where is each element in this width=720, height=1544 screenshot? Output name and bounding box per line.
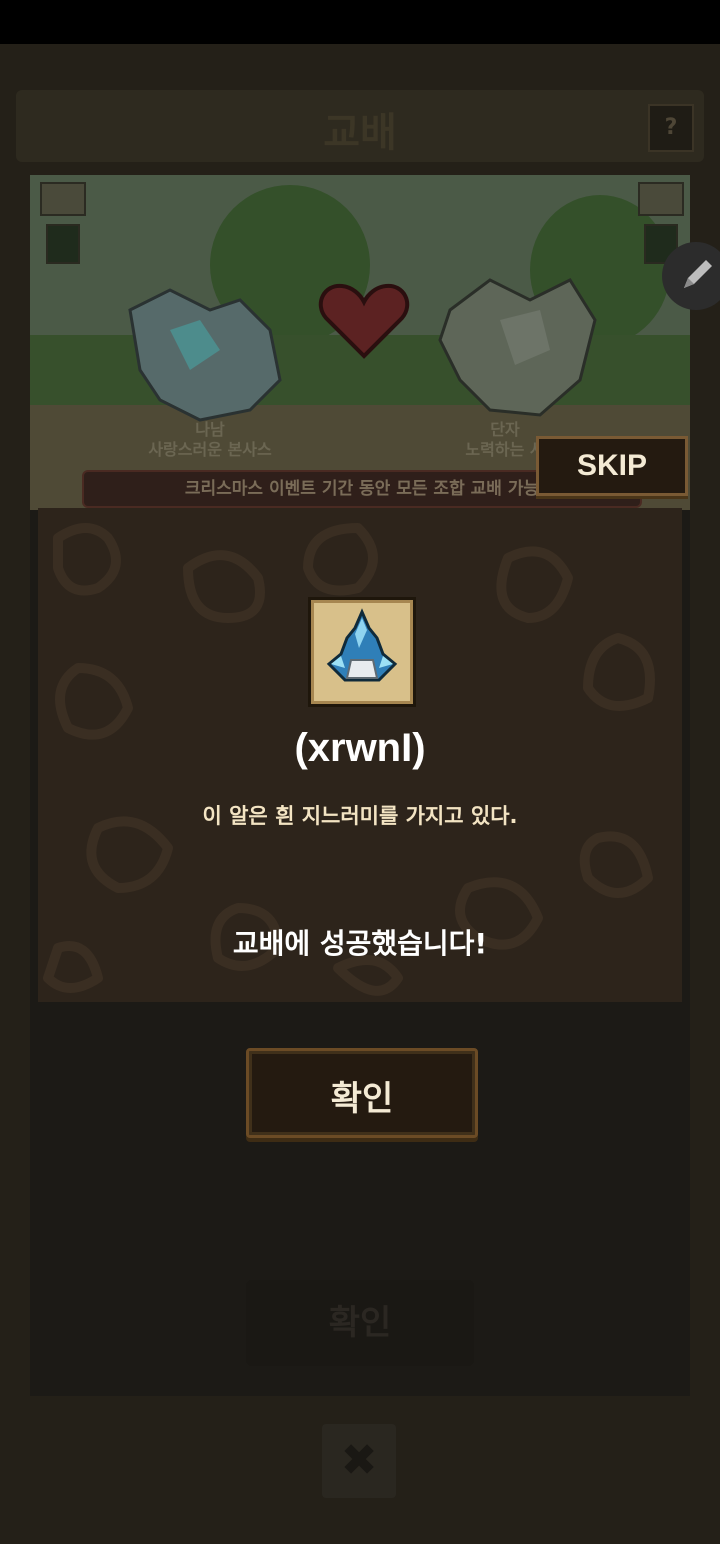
blue-egg-icon — [326, 608, 398, 682]
left-dragon-sprite — [128, 288, 282, 422]
success-message: 교배에 성공했습니다! — [232, 927, 488, 960]
heart-icon — [318, 283, 410, 359]
left-parent-gender-icon — [46, 224, 80, 264]
item-name: (xrwnI) — [294, 726, 426, 770]
item-frame — [308, 597, 416, 707]
status-bar — [0, 0, 720, 44]
background-confirm-button: 확인 — [246, 1280, 474, 1366]
skip-button[interactable]: SKIP — [536, 436, 688, 496]
close-button[interactable]: ✖ — [322, 1424, 396, 1498]
right-parent-tag-icon[interactable] — [638, 182, 684, 216]
confirm-button-label: 확인 — [330, 1079, 394, 1119]
right-dragon-sprite — [438, 278, 597, 417]
pencil-icon — [684, 260, 712, 288]
left-parent-tag-icon[interactable] — [40, 182, 86, 216]
page-title: 교배 — [323, 110, 397, 156]
help-button[interactable]: ? — [648, 104, 694, 152]
edit-button[interactable] — [662, 242, 720, 310]
confirm-button[interactable]: 확인 — [246, 1048, 478, 1138]
item-description: 이 알은 흰 지느러미를 가지고 있다. — [202, 804, 518, 828]
left-parent-label: 나남 사랑스러운 본사스 — [148, 420, 272, 459]
